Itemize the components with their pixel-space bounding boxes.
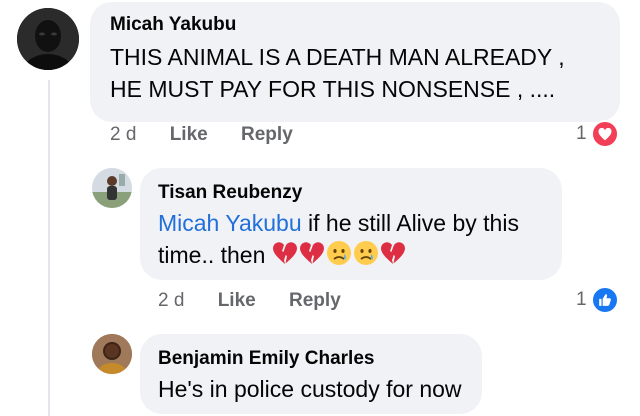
comment-author[interactable]: Micah Yakubu	[110, 14, 236, 36]
person-avatar-icon	[17, 8, 79, 70]
love-icon	[590, 120, 619, 148]
comment-text: time.. then	[158, 242, 266, 268]
avatar-tisan-reubenzy[interactable]	[92, 168, 132, 208]
comment-text-line: time.. then	[158, 240, 407, 273]
comment-actions: 2 d Like Reply	[158, 290, 341, 312]
like-icon	[590, 286, 619, 314]
person-avatar-icon	[92, 168, 132, 208]
comment-author[interactable]: Tisan Reubenzy	[158, 182, 302, 204]
reply-button[interactable]: Reply	[241, 124, 293, 146]
reply-button[interactable]: Reply	[289, 290, 341, 312]
like-button[interactable]: Like	[218, 290, 256, 312]
broken-heart-icon	[272, 241, 298, 272]
comment-time[interactable]: 2 d	[158, 290, 184, 312]
reaction-count: 1	[576, 289, 587, 310]
comment-actions: 2 d Like Reply	[110, 124, 293, 146]
thread-line	[48, 80, 50, 416]
mention-link[interactable]: Micah Yakubu	[158, 210, 302, 236]
reaction-count: 1	[576, 123, 587, 144]
comment-text-line: HE MUST PAY FOR THIS NONSENSE , ....	[110, 76, 556, 102]
crying-face-icon	[353, 240, 379, 273]
person-avatar-icon	[92, 334, 132, 374]
avatar-micah-yakubu[interactable]	[17, 8, 79, 70]
avatar-benjamin-emily-charles[interactable]	[92, 334, 132, 374]
broken-heart-icon	[299, 241, 325, 272]
broken-heart-icon	[380, 241, 406, 272]
comment-text: if he still Alive by this	[301, 210, 519, 236]
comment-author[interactable]: Benjamin Emily Charles	[158, 348, 374, 370]
like-button[interactable]: Like	[170, 124, 208, 146]
crying-face-icon	[326, 240, 352, 273]
comment-text-line: THIS ANIMAL IS A DEATH MAN ALREADY ,	[110, 44, 565, 70]
reaction-summary[interactable]: 1	[576, 286, 619, 314]
comment-text-line: Micah Yakubu if he still Alive by this	[158, 208, 519, 238]
comment-time[interactable]: 2 d	[110, 124, 136, 146]
reaction-summary[interactable]: 1	[576, 120, 619, 148]
comment-text-line: He's in police custody for now	[158, 376, 462, 402]
